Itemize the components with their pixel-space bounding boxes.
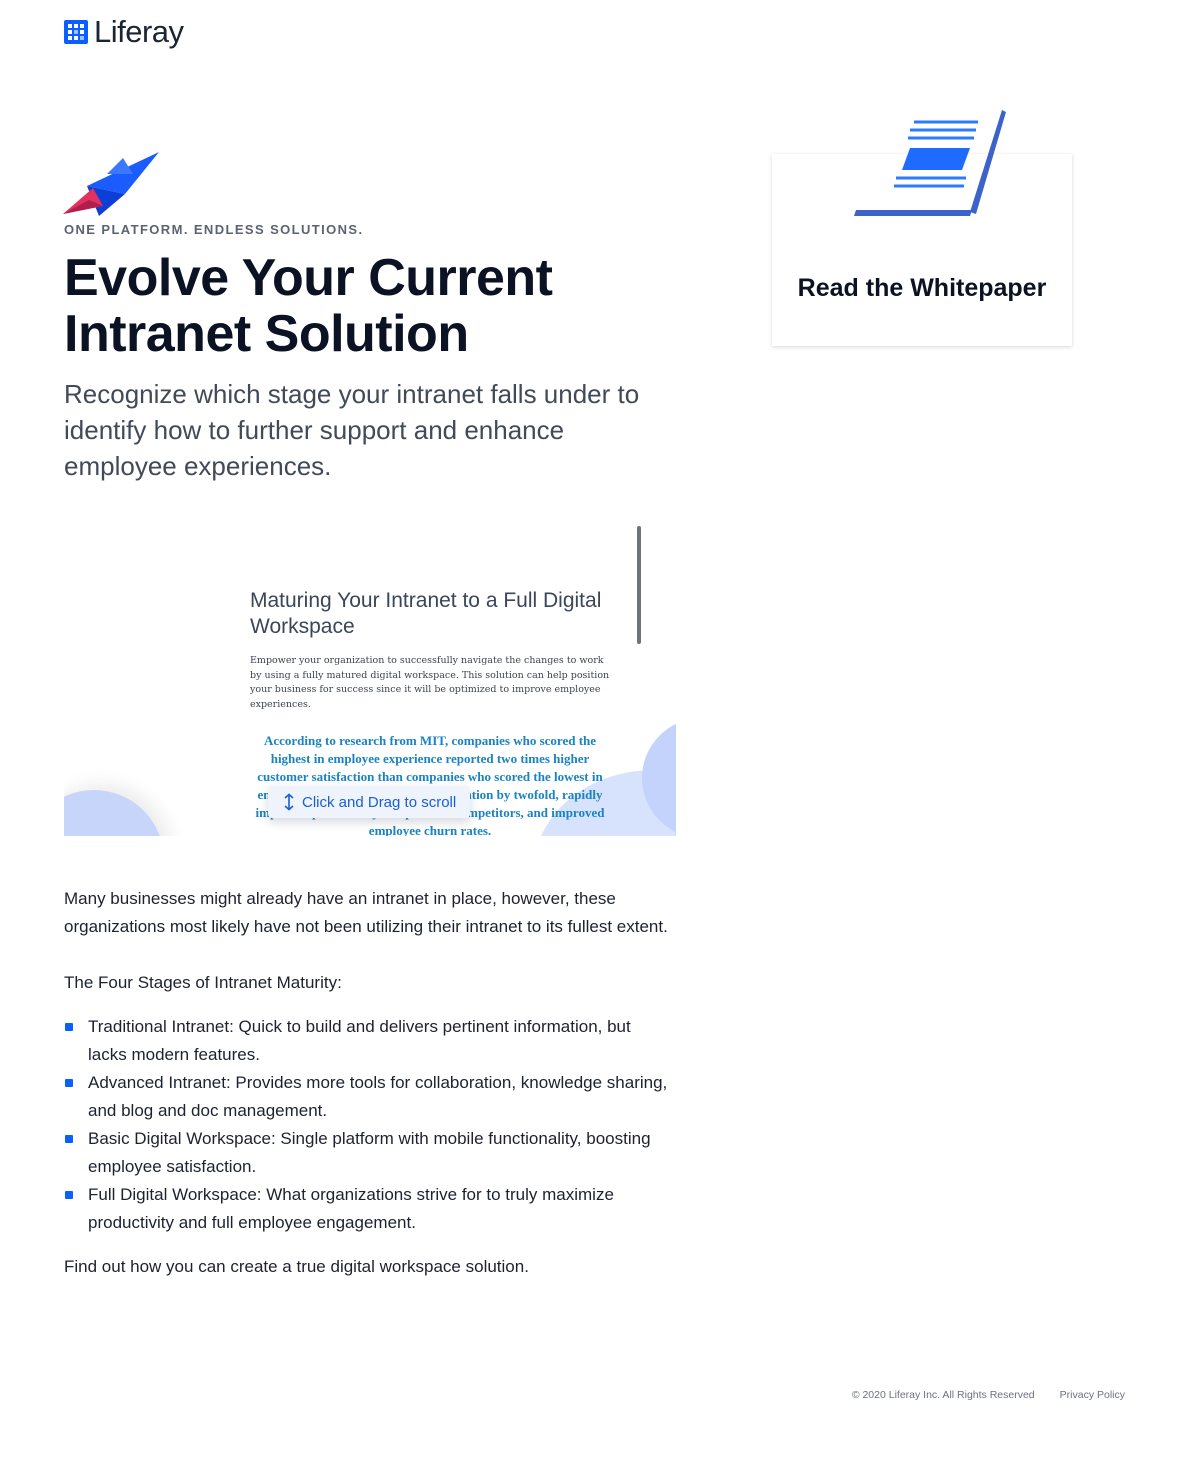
logo-wordmark: Liferay (94, 14, 184, 49)
footer: © 2020 Liferay Inc. All Rights Reserved … (0, 1389, 1125, 1401)
preview-doc-title: Maturing Your Intranet to a Full Digital… (250, 589, 602, 638)
preview-doc-body: Empower your organization to successfull… (250, 655, 610, 710)
liferay-logo-icon (64, 20, 88, 44)
laptop-document-icon (854, 110, 1006, 216)
stage-text: Traditional Intranet: Quick to build and… (88, 1017, 631, 1064)
copyright-text: © 2020 Liferay Inc. All Rights Reserved (851, 1389, 1035, 1401)
read-whitepaper-card[interactable]: Read the Whitepaper (772, 110, 1072, 346)
stage-text: Advanced Intranet: Provides more tools f… (88, 1073, 668, 1120)
drag-to-scroll-hint[interactable]: Click and Drag to scroll (268, 786, 471, 818)
liferay-logo[interactable]: Liferay (64, 14, 184, 50)
page-subtitle: Recognize which stage your intranet fall… (64, 379, 640, 481)
privacy-policy-link[interactable]: Privacy Policy (1060, 1389, 1125, 1401)
hero-eyebrow: ONE PLATFORM. ENDLESS SOLUTIONS. (64, 222, 364, 237)
bullet-icon (65, 1135, 73, 1143)
rocket-icon (63, 152, 159, 216)
decorative-blob (64, 790, 164, 836)
bullet-icon (65, 1023, 73, 1031)
drag-hint-label: Click and Drag to scroll (302, 793, 457, 811)
stages-heading: The Four Stages of Intranet Maturity: (64, 973, 342, 992)
vertical-arrows-icon (284, 793, 294, 811)
preview-doc-quote: According to research from MIT, companie… (256, 733, 605, 836)
list-item: Traditional Intranet: Quick to build and… (64, 1013, 674, 1069)
list-item: Basic Digital Workspace: Single platform… (64, 1125, 674, 1181)
whitepaper-preview[interactable]: Maturing Your Intranet to a Full Digital… (64, 522, 676, 836)
cta-paragraph: Find out how you can create a true digit… (64, 1257, 529, 1276)
intro-paragraph: Many businesses might already have an in… (64, 889, 668, 936)
stages-list: Traditional Intranet: Quick to build and… (64, 1013, 674, 1237)
preview-scrollbar[interactable] (637, 526, 641, 644)
read-whitepaper-button[interactable]: Read the Whitepaper (772, 274, 1072, 303)
page-title: Evolve Your Current Intranet Solution (64, 249, 553, 363)
stage-text: Basic Digital Workspace: Single platform… (88, 1129, 651, 1176)
bullet-icon (65, 1079, 73, 1087)
list-item: Full Digital Workspace: What organizatio… (64, 1181, 674, 1237)
bullet-icon (65, 1191, 73, 1199)
stage-text: Full Digital Workspace: What organizatio… (88, 1185, 614, 1232)
list-item: Advanced Intranet: Provides more tools f… (64, 1069, 674, 1125)
